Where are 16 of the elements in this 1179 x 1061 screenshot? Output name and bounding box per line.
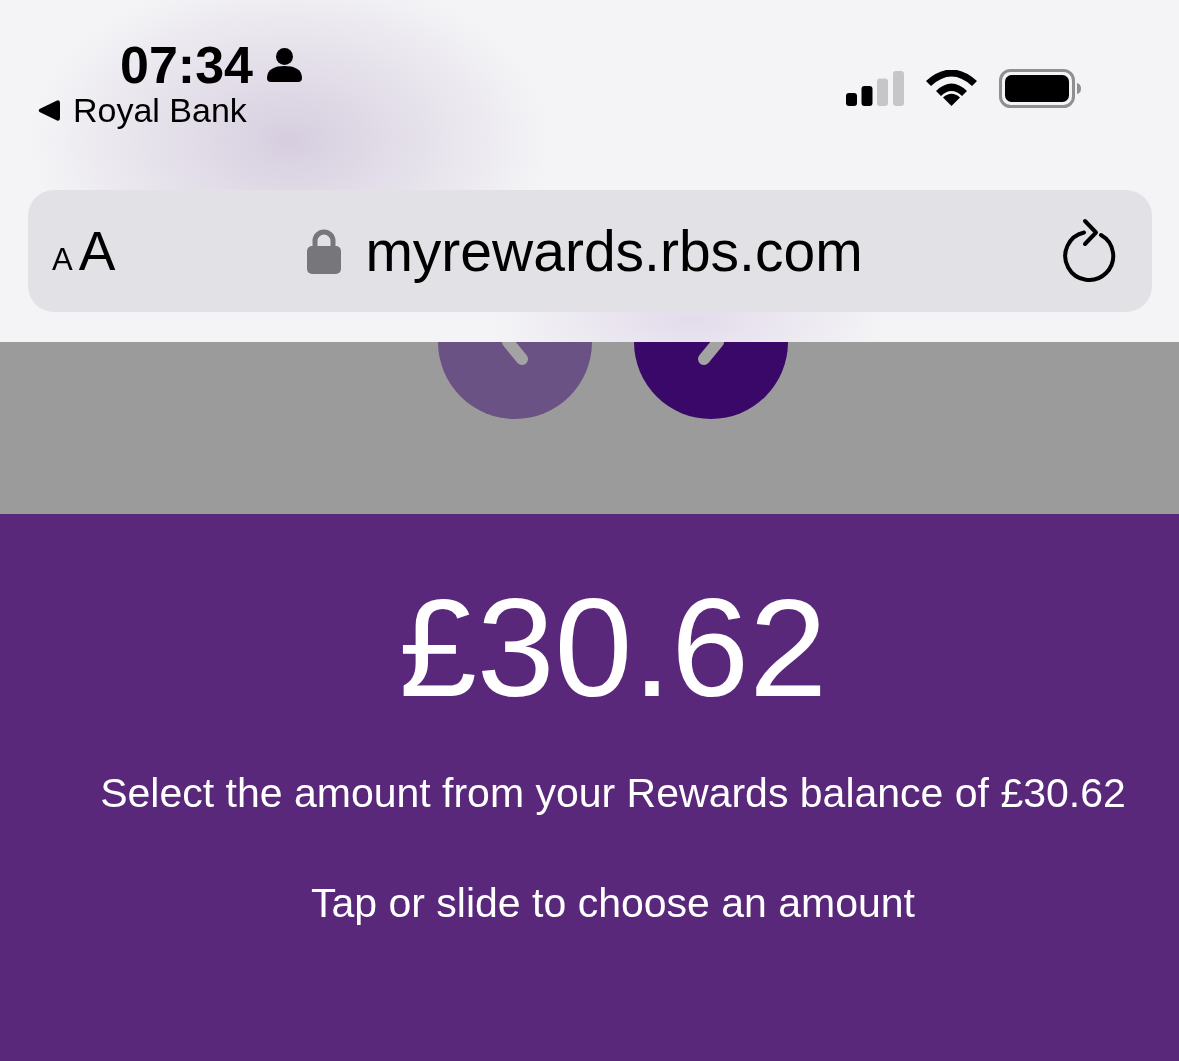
balance-amount: £30.62 — [398, 578, 828, 718]
status-time: 07:34 — [120, 39, 253, 91]
text-size-button[interactable]: AA — [52, 223, 116, 279]
balance-description: Select the amount from your Rewards balance of £30.62 — [100, 769, 1126, 818]
chevron-icon — [502, 342, 528, 365]
chevron-icon — [698, 342, 724, 365]
wifi-icon — [926, 70, 977, 106]
signal-icon — [846, 70, 904, 106]
next-button[interactable] — [634, 342, 788, 420]
person-icon — [267, 48, 302, 82]
lock-icon — [307, 228, 342, 274]
back-triangle-icon[interactable] — [38, 99, 60, 121]
reload-icon[interactable] — [1062, 218, 1118, 284]
back-link[interactable]: Royal Bank — [73, 93, 247, 127]
battery-icon — [999, 68, 1081, 108]
slider-hint: Tap or slide to choose an amount — [311, 879, 915, 928]
